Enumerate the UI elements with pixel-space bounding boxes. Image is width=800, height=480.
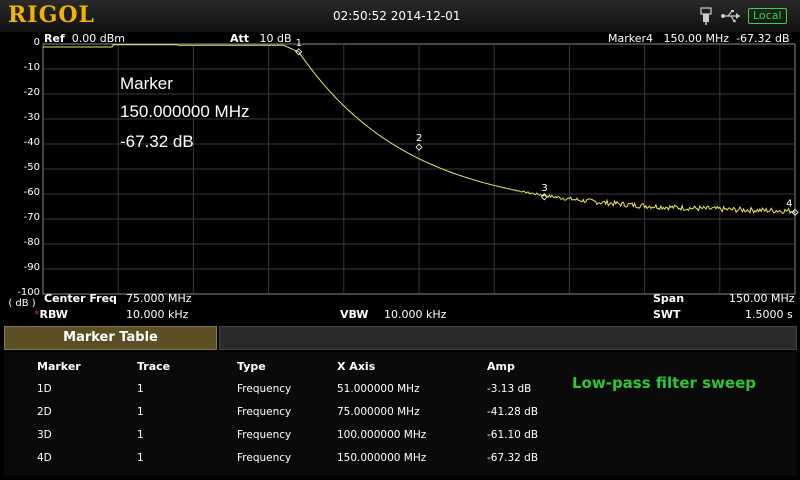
cell-trace: 1	[137, 383, 144, 395]
span-value: 150.00 MHz	[729, 292, 795, 305]
marker-table: Marker Trace Type X Axis Amp 1D 1 Freque…	[4, 352, 797, 476]
cell-x-axis: 75.000000 MHz	[337, 406, 420, 418]
cell-amp: -67.32 dB	[487, 452, 539, 464]
cell-trace: 1	[137, 452, 144, 464]
cell-trace: 1	[137, 429, 144, 441]
cell-marker: 3D	[37, 429, 52, 441]
cell-type: Frequency	[237, 383, 292, 395]
center-freq-value: 75.000 MHz	[126, 292, 192, 305]
rbw-readout[interactable]: *RBW	[34, 308, 68, 321]
vbw-value: 10.000 kHz	[384, 308, 447, 321]
marker-number-label: 1	[296, 38, 302, 49]
annotation-note: Low-pass filter sweep	[572, 374, 756, 392]
cell-type: Frequency	[237, 406, 292, 418]
cell-x-axis: 100.000000 MHz	[337, 429, 427, 441]
cell-amp: -3.13 dB	[487, 383, 532, 395]
swt-value: 1.5000 s	[745, 308, 793, 321]
marker-table-header: Marker Table	[0, 324, 800, 352]
marker-title: Marker	[120, 74, 173, 93]
cell-trace: 1	[137, 406, 144, 418]
vbw-readout[interactable]: VBW	[340, 308, 368, 321]
brand-logo: RIGOL	[8, 2, 95, 28]
rbw-value: 10.000 kHz	[126, 308, 189, 321]
usb-symbol-icon	[721, 10, 740, 23]
span-readout[interactable]: Span	[653, 292, 684, 305]
col-marker: Marker	[37, 360, 81, 373]
col-trace: Trace	[137, 360, 171, 373]
marker-amplitude: -67.32 dB	[120, 132, 194, 151]
spectrum-display: Ref 0.00 dBm Att 10 dB Marker4 150.00 MH…	[0, 32, 800, 324]
cell-x-axis: 51.000000 MHz	[337, 383, 420, 395]
cell-amp: -61.10 dB	[487, 429, 539, 441]
swt-label: SWT	[653, 308, 681, 321]
center-freq-readout[interactable]: Center Freq	[44, 292, 117, 305]
marker-table-tab[interactable]: Marker Table	[4, 326, 217, 350]
cell-type: Frequency	[237, 429, 292, 441]
col-x-axis: X Axis	[337, 360, 376, 373]
marker-table-strip	[219, 326, 797, 350]
marker-frequency: 150.000000 MHz	[120, 102, 250, 121]
marker-number-label: 4	[786, 198, 792, 209]
title-bar: RIGOL 02:50:52 2014-12-01 Local	[0, 0, 800, 32]
marker-number-label: 3	[541, 183, 547, 194]
rbw-label: RBW	[39, 308, 68, 321]
col-type: Type	[237, 360, 266, 373]
cell-x-axis: 150.000000 MHz	[337, 452, 427, 464]
center-freq-label: Center Freq	[44, 292, 117, 305]
col-amp: Amp	[487, 360, 515, 373]
marker-number-label: 2	[416, 133, 422, 144]
cell-marker: 2D	[37, 406, 52, 418]
marker-points: 1 2 3 4	[295, 38, 799, 216]
cell-marker: 1D	[37, 383, 52, 395]
span-label: Span	[653, 292, 685, 305]
cell-amp: -41.28 dB	[487, 406, 539, 418]
remote-status-badge[interactable]: Local	[748, 8, 787, 24]
swt-readout[interactable]: SWT	[653, 308, 681, 321]
vbw-label: VBW	[340, 308, 369, 321]
cell-type: Frequency	[237, 452, 292, 464]
usb-device-icon	[700, 7, 712, 25]
cell-marker: 4D	[37, 452, 52, 464]
datetime: 02:50:52 2014-12-01	[333, 9, 461, 23]
